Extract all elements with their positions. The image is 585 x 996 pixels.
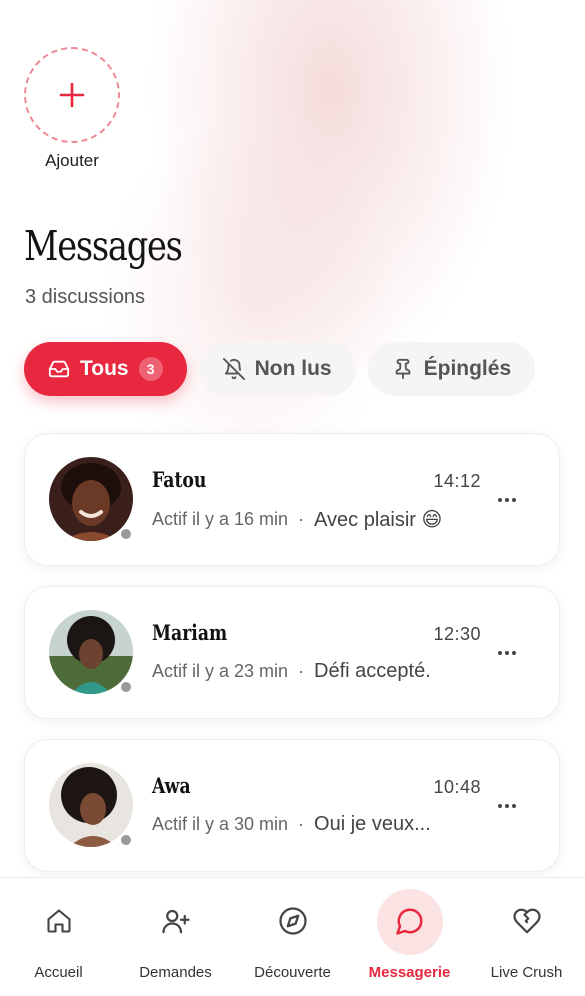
nav-label: Accueil [34, 964, 83, 981]
tab-pinned[interactable]: Épinglés [367, 342, 536, 396]
inbox-icon [48, 360, 70, 378]
more-options-icon[interactable] [495, 490, 519, 510]
tab-unread[interactable]: Non lus [198, 342, 356, 396]
page-subtitle: 3 discussions [25, 286, 146, 308]
user-plus-icon [161, 909, 190, 934]
nav-item-live-crush[interactable]: Live Crush [468, 878, 585, 996]
bell-off-icon [222, 358, 245, 380]
activity-status: Actif il y a 30 min [152, 814, 289, 834]
nav-item-accueil[interactable]: Accueil [0, 878, 117, 996]
message-time: 12:30 [433, 624, 481, 644]
message-preview: Oui je veux... [314, 813, 431, 835]
contact-name: Awa [152, 773, 191, 798]
nav-label: Live Crush [490, 964, 563, 981]
nav-label: Découverte [254, 964, 331, 981]
more-options-icon[interactable] [495, 796, 519, 816]
conversation-item-awa[interactable]: Awa 10:48 Actif il y a 30 min · Oui je v… [24, 739, 560, 872]
conversation-item-fatou[interactable]: Fatou 14:12 Actif il y a 16 min · Avec p… [24, 433, 560, 566]
plus-icon [59, 82, 85, 108]
nav-label: Messagerie [368, 964, 451, 981]
tab-all[interactable]: Tous 3 [24, 342, 187, 396]
add-story-label: Ajouter [45, 151, 99, 170]
message-preview: Avec plaisir 😄 [314, 509, 443, 531]
conversation-item-mariam[interactable]: Mariam 12:30 Actif il y a 23 min · Défi … [24, 586, 560, 719]
filter-tabs: Tous 3 Non lus Épinglés [24, 342, 536, 396]
nav-item-demandes[interactable]: Demandes [117, 878, 234, 996]
message-preview: Défi accepté. [314, 660, 431, 682]
chat-bubble-icon [395, 908, 422, 935]
activity-status: Actif il y a 16 min [152, 509, 289, 529]
conversation-list: Fatou 14:12 Actif il y a 16 min · Avec p… [24, 433, 560, 892]
message-time: 14:12 [433, 471, 481, 491]
status-dot [119, 680, 133, 694]
tab-unread-label: Non lus [254, 357, 332, 380]
add-story[interactable]: Ajouter [24, 47, 120, 171]
separator-dot: · [298, 661, 305, 681]
separator-dot: · [298, 509, 305, 529]
pin-icon [395, 358, 410, 380]
home-icon [46, 909, 71, 933]
nav-label: Demandes [139, 964, 212, 981]
nav-item-messagerie[interactable]: Messagerie [351, 878, 468, 996]
bottom-nav: Accueil Demandes Découverte Messagerie L… [0, 877, 585, 996]
status-dot [119, 833, 133, 847]
more-options-icon[interactable] [495, 643, 519, 663]
activity-status: Actif il y a 23 min [152, 661, 289, 681]
add-story-button[interactable] [24, 47, 120, 143]
status-dot [119, 527, 133, 541]
contact-name: Mariam [152, 620, 228, 645]
tab-pinned-label: Épinglés [423, 357, 512, 380]
separator-dot: · [298, 814, 305, 834]
compass-icon [278, 907, 307, 935]
page-title: Messages [24, 222, 183, 270]
tab-all-count-badge: 3 [138, 357, 163, 381]
tab-all-label: Tous [80, 357, 129, 380]
contact-name: Fatou [152, 467, 207, 492]
heart-crack-icon [512, 908, 541, 934]
message-time: 10:48 [433, 777, 481, 797]
nav-item-decouverte[interactable]: Découverte [234, 878, 351, 996]
